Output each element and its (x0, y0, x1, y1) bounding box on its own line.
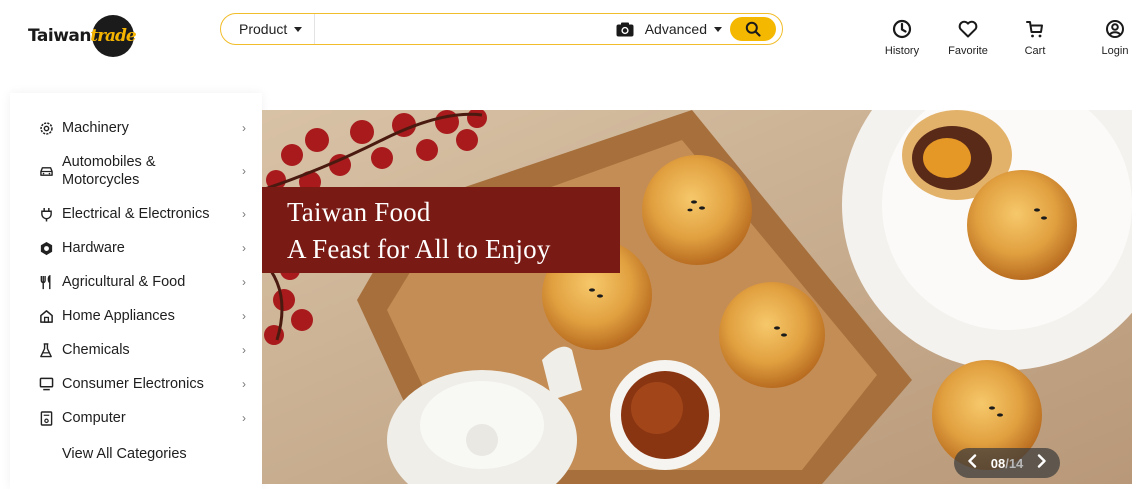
search-icon (745, 21, 761, 37)
chevron-down-icon (294, 26, 303, 32)
camera-icon[interactable] (615, 18, 635, 40)
chevron-right-icon: › (242, 411, 246, 425)
category-item-electrical[interactable]: Electrical & Electronics › (10, 197, 262, 231)
category-item-consumer-electronics[interactable]: Consumer Electronics › (10, 367, 262, 401)
user-circle-icon (1106, 20, 1124, 38)
chevron-right-icon: › (242, 207, 246, 221)
chevron-down-icon (714, 26, 722, 32)
category-item-machinery[interactable]: Machinery › (10, 111, 262, 145)
favorite-label: Favorite (948, 45, 988, 57)
category-item-home-appliances[interactable]: Home Appliances › (10, 299, 262, 333)
category-item-hardware[interactable]: Hardware › (10, 231, 262, 265)
search-type-dropdown[interactable]: Product (221, 14, 316, 44)
carousel-prev-button[interactable] (964, 454, 980, 472)
chevron-right-icon: › (242, 275, 246, 289)
site-logo[interactable]: Taiwan trade (28, 14, 137, 58)
carousel-current: 08 (990, 455, 1006, 471)
plug-icon (38, 206, 54, 222)
logo-word: Taiwan (28, 26, 91, 46)
banner-image (262, 110, 1132, 484)
category-label: Chemicals (62, 342, 130, 358)
chevron-left-icon (968, 454, 977, 468)
carousel-next-button[interactable] (1034, 454, 1050, 472)
promo-banner[interactable]: Taiwan Food A Feast for All to Enjoy 08/… (262, 110, 1132, 484)
category-sidebar: Machinery › Automobiles & Motorcycles › … (10, 93, 262, 489)
banner-headline: Taiwan Food A Feast for All to Enjoy (262, 187, 620, 273)
heart-icon (958, 20, 978, 38)
favorite-link[interactable]: Favorite (938, 18, 998, 57)
search-bar: Product Advanced (220, 13, 783, 45)
chevron-right-icon: › (242, 377, 246, 391)
category-item-agricultural[interactable]: Agricultural & Food › (10, 265, 262, 299)
car-icon (38, 163, 54, 179)
utensils-icon (38, 274, 54, 290)
category-label: Home Appliances (62, 308, 175, 324)
category-label: Machinery (62, 120, 129, 136)
search-type-label: Product (239, 21, 288, 37)
category-label: Automobiles & Motorcycles (62, 154, 156, 188)
chevron-right-icon: › (242, 164, 246, 178)
category-label: Computer (62, 410, 126, 426)
login-link[interactable]: Login (1085, 18, 1132, 57)
bolt-nut-icon (38, 240, 54, 256)
category-item-automobiles[interactable]: Automobiles & Motorcycles › (10, 145, 262, 197)
view-all-categories-link[interactable]: View All Categories (62, 446, 187, 462)
logo-badge: trade (90, 15, 137, 57)
category-label: Consumer Electronics (62, 376, 204, 392)
chevron-right-icon: › (242, 343, 246, 357)
chevron-right-icon: › (242, 241, 246, 255)
advanced-label: Advanced (644, 21, 707, 37)
login-label: Login (1101, 45, 1129, 57)
history-link[interactable]: History (872, 18, 932, 57)
banner-title-line1: Taiwan Food (287, 197, 431, 227)
chevron-right-icon: › (242, 309, 246, 323)
cart-link[interactable]: Cart (1005, 18, 1065, 57)
advanced-search-dropdown[interactable]: Advanced (645, 21, 722, 37)
carousel-counter: 08/14 (991, 456, 1024, 471)
logo-badge-text: trade (90, 26, 137, 46)
banner-title-line2: A Feast for All to Enjoy (287, 234, 551, 264)
category-label: Agricultural & Food (62, 274, 186, 290)
monitor-icon (38, 376, 54, 392)
carousel-pager: 08/14 (954, 448, 1060, 478)
clock-icon (892, 19, 912, 39)
category-item-chemicals[interactable]: Chemicals › (10, 333, 262, 367)
category-item-computer[interactable]: Computer › (10, 401, 262, 435)
search-input[interactable] (315, 14, 615, 44)
history-label: History (884, 45, 920, 57)
category-label: Hardware (62, 240, 125, 256)
gear-icon (38, 120, 54, 136)
cart-label: Cart (1024, 45, 1046, 57)
search-button[interactable] (730, 17, 776, 41)
flask-icon (38, 342, 54, 358)
category-label: Electrical & Electronics (62, 206, 210, 222)
category-list: Machinery › Automobiles & Motorcycles › … (10, 111, 262, 435)
chevron-right-icon: › (242, 121, 246, 135)
computer-case-icon (38, 410, 54, 426)
home-icon (38, 308, 54, 324)
chevron-right-icon (1037, 454, 1046, 468)
carousel-total: 14 (1008, 455, 1024, 471)
cart-icon (1026, 21, 1043, 38)
